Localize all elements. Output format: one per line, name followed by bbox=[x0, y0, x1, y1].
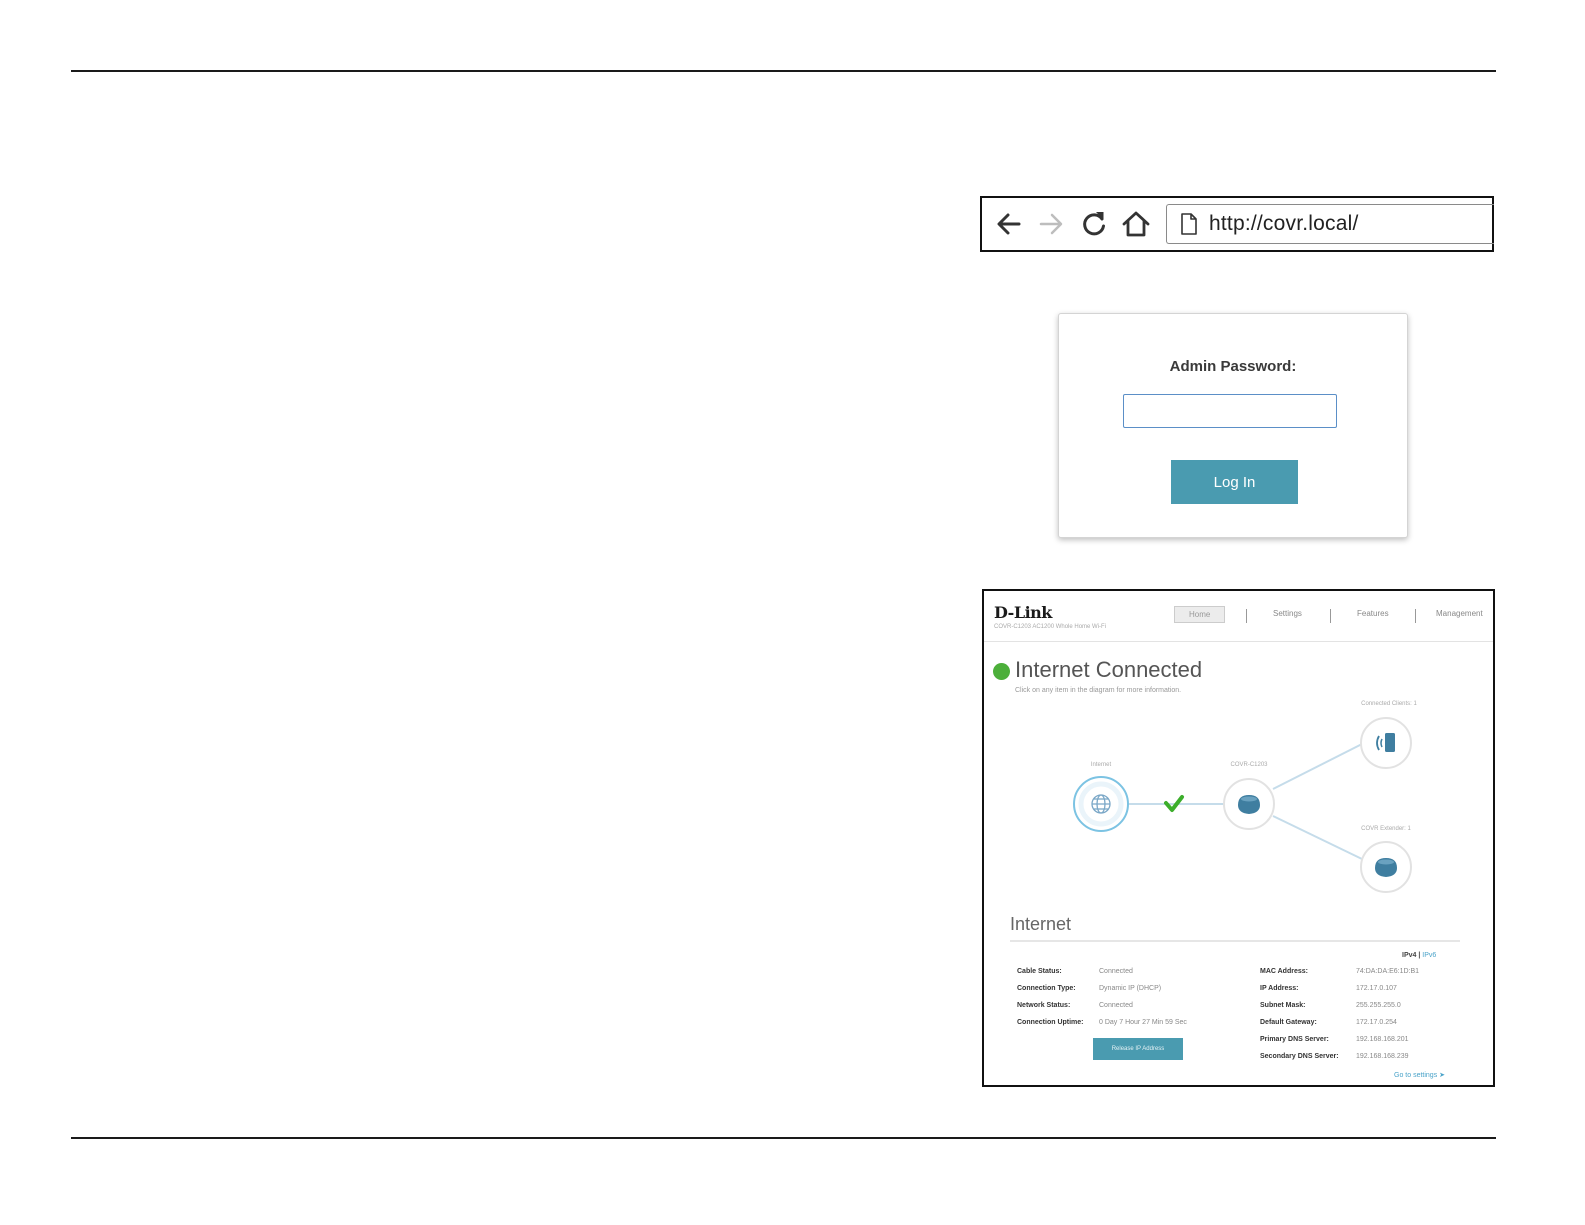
login-card: Admin Password: Log In bbox=[1058, 313, 1408, 538]
info-row: Network Status: Connected bbox=[1017, 1002, 1133, 1009]
top-rule bbox=[71, 70, 1496, 72]
info-row: Primary DNS Server: 192.168.168.201 bbox=[1260, 1036, 1409, 1043]
back-arrow-icon bbox=[997, 213, 1021, 235]
bottom-rule bbox=[71, 1137, 1496, 1139]
info-value: 172.17.0.107 bbox=[1356, 985, 1397, 992]
go-to-settings-link[interactable]: Go to settings ➤ bbox=[1394, 1071, 1445, 1079]
menu-management[interactable]: Management bbox=[1436, 609, 1483, 618]
status-title: Internet Connected bbox=[1015, 657, 1203, 682]
extender-icon bbox=[1375, 858, 1397, 877]
internet-label: Internet bbox=[1091, 762, 1112, 768]
menu-settings[interactable]: Settings bbox=[1273, 609, 1302, 618]
router-label: COVR-C1203 bbox=[1230, 762, 1268, 768]
arrow-circle-icon: ➤ bbox=[1439, 1072, 1446, 1079]
menu-divider bbox=[1415, 609, 1416, 623]
ip-version-toggle[interactable]: IPv4 | IPv6 bbox=[1402, 952, 1436, 959]
login-button[interactable]: Log In bbox=[1171, 460, 1298, 504]
info-row: Cable Status: Connected bbox=[1017, 968, 1133, 975]
info-key: Primary DNS Server: bbox=[1260, 1036, 1329, 1043]
info-value: 192.168.168.201 bbox=[1356, 1036, 1409, 1043]
browser-toolbar: http://covr.local/ bbox=[980, 196, 1494, 252]
reload-button[interactable] bbox=[1077, 207, 1111, 241]
menu-divider bbox=[1246, 609, 1247, 623]
info-value: 172.17.0.254 bbox=[1356, 1019, 1397, 1026]
info-key: Cable Status: bbox=[1017, 968, 1062, 975]
go-to-settings-label: Go to settings bbox=[1394, 1072, 1438, 1079]
info-value: 74:DA:DA:E6:1D:B1 bbox=[1356, 968, 1420, 975]
password-input[interactable] bbox=[1123, 394, 1337, 428]
network-diagram: Internet COVR-C1203 Connected Clients: 1… bbox=[1073, 701, 1418, 893]
info-row: MAC Address: 74:DA:DA:E6:1D:B1 bbox=[1260, 968, 1419, 975]
brand-subtitle: COVR-C1203 AC1200 Whole Home Wi-Fi bbox=[994, 624, 1107, 630]
info-key: Network Status: bbox=[1017, 1002, 1071, 1009]
info-key: MAC Address: bbox=[1260, 968, 1308, 975]
page-icon bbox=[1181, 213, 1197, 235]
section-divider bbox=[1010, 940, 1460, 942]
info-key: Connection Uptime: bbox=[1017, 1019, 1084, 1026]
info-row: Connection Type: Dynamic IP (DHCP) bbox=[1017, 985, 1161, 992]
extender-label: COVR Extender: 1 bbox=[1361, 826, 1411, 832]
menu-features[interactable]: Features bbox=[1357, 609, 1389, 618]
ipv6-tab[interactable]: IPv6 bbox=[1422, 952, 1436, 959]
menu-home[interactable]: Home bbox=[1174, 606, 1226, 623]
router-icon bbox=[1238, 795, 1260, 814]
internet-node[interactable] bbox=[1073, 776, 1129, 832]
password-label: Admin Password: bbox=[1169, 358, 1297, 375]
router-node[interactable] bbox=[1223, 778, 1275, 830]
info-value: Connected bbox=[1099, 1002, 1133, 1009]
info-value: 0 Day 7 Hour 27 Min 59 Sec bbox=[1099, 1019, 1187, 1026]
internet-section-title: Internet bbox=[1010, 914, 1072, 934]
home-button[interactable] bbox=[1119, 207, 1153, 241]
dashboard-header: D-Link COVR-C1203 AC1200 Whole Home Wi-F… bbox=[984, 591, 1493, 642]
status-indicator bbox=[993, 663, 1010, 680]
link-router-clients bbox=[1272, 743, 1363, 790]
info-row: Connection Uptime: 0 Day 7 Hour 27 Min 59… bbox=[1017, 1019, 1187, 1026]
extender-node[interactable] bbox=[1360, 841, 1412, 893]
info-key: Secondary DNS Server: bbox=[1260, 1053, 1339, 1060]
info-value: Dynamic IP (DHCP) bbox=[1099, 985, 1162, 992]
release-ip-button[interactable]: Release IP Address bbox=[1093, 1038, 1183, 1060]
clients-label: Connected Clients: 1 bbox=[1361, 701, 1417, 707]
back-button[interactable] bbox=[992, 207, 1026, 241]
info-row: Subnet Mask: 255.255.255.0 bbox=[1260, 1002, 1401, 1009]
clients-node[interactable] bbox=[1360, 717, 1412, 769]
ipv4-tab[interactable]: IPv4 bbox=[1402, 952, 1416, 959]
info-row: Secondary DNS Server: 192.168.168.239 bbox=[1260, 1053, 1409, 1060]
dashboard-panel: D-Link COVR-C1203 AC1200 Whole Home Wi-F… bbox=[982, 589, 1495, 1087]
link-router-extender bbox=[1272, 815, 1363, 860]
forward-arrow-icon bbox=[1039, 213, 1063, 235]
info-key: Connection Type: bbox=[1017, 985, 1076, 992]
info-value: Connected bbox=[1099, 968, 1133, 975]
info-key: Default Gateway: bbox=[1260, 1019, 1317, 1026]
info-key: IP Address: bbox=[1260, 985, 1299, 992]
address-bar[interactable]: http://covr.local/ bbox=[1166, 204, 1494, 244]
forward-button[interactable] bbox=[1034, 207, 1068, 241]
info-row: IP Address: 172.17.0.107 bbox=[1260, 985, 1397, 992]
home-icon bbox=[1122, 211, 1150, 237]
info-key: Subnet Mask: bbox=[1260, 1002, 1306, 1009]
info-value: 192.168.168.239 bbox=[1356, 1053, 1409, 1060]
info-value: 255.255.255.0 bbox=[1356, 1002, 1401, 1009]
brand-logo: D-Link bbox=[994, 603, 1052, 622]
reload-icon bbox=[1083, 212, 1105, 236]
info-row: Default Gateway: 172.17.0.254 bbox=[1260, 1019, 1397, 1026]
menu-divider bbox=[1330, 609, 1331, 623]
url-text: http://covr.local/ bbox=[1209, 212, 1359, 235]
